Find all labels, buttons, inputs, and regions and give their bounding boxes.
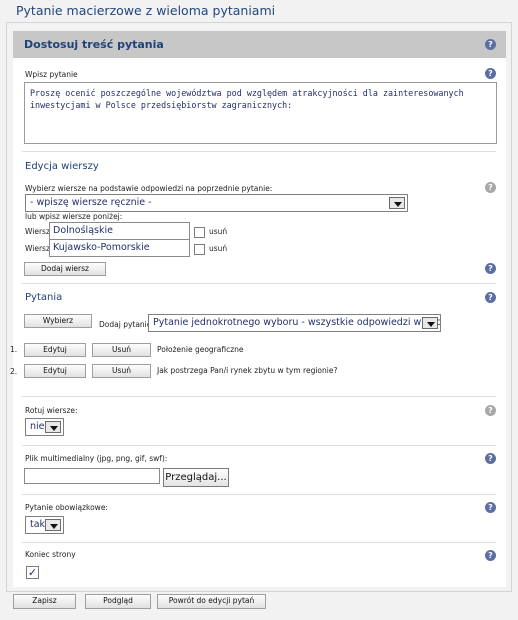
divider <box>22 445 496 446</box>
rows-heading: Edycja wierszy <box>25 161 99 172</box>
remove-label: usuń <box>209 227 228 236</box>
delete-question-button[interactable]: Usuń <box>92 343 151 357</box>
help-icon[interactable]: ? <box>485 453 496 464</box>
add-question-label: Dodaj pytanie: <box>99 320 154 329</box>
save-button[interactable]: Zapisz <box>13 594 76 609</box>
help-icon[interactable]: ? <box>485 39 496 50</box>
chevron-down-icon <box>422 317 438 329</box>
browse-button[interactable]: Przeglądaj... <box>163 468 229 487</box>
choose-question-button[interactable]: Wybierz <box>24 314 92 328</box>
help-icon[interactable]: ? <box>485 182 496 193</box>
preview-button[interactable]: Podgląd <box>85 594 151 609</box>
row-input[interactable]: Dolnośląskie <box>49 222 190 240</box>
panel-header: Dostosuj treść pytania <box>13 31 506 58</box>
add-row-button[interactable]: Dodaj wiersz <box>24 262 106 276</box>
delete-question-button[interactable]: Usuń <box>92 364 151 378</box>
divider <box>22 151 496 152</box>
questions-heading: Pytania <box>25 292 63 303</box>
chevron-down-icon <box>389 197 405 209</box>
question-item-text: Położenie geograficzne <box>157 345 244 354</box>
page-title: Pytanie macierzowe z wieloma pytaniami <box>16 3 276 18</box>
rows-select-label: Wybierz wiersze na podstawie odpowiedzi … <box>25 184 273 193</box>
question-item-text: Jak postrzega Pan/i rynek zbytu w tym re… <box>157 366 338 375</box>
question-text-line: inwestycjami w Polsce przedsiębiorstw za… <box>30 100 293 110</box>
rotate-select[interactable]: nie <box>25 418 64 436</box>
help-icon[interactable]: ? <box>485 502 496 513</box>
question-label: Wpisz pytanie <box>25 70 78 79</box>
question-type-value: Pytanie jednokrotnego wyboru - wszystkie… <box>153 317 441 328</box>
rotate-label: Rotuj wiersze: <box>25 406 78 415</box>
chevron-down-icon <box>45 421 61 433</box>
page-end-label: Koniec strony <box>25 550 76 559</box>
rotate-value: nie <box>30 421 45 432</box>
back-to-questions-button[interactable]: Powrót do edycji pytań <box>157 594 266 609</box>
page-end-checkbox[interactable]: ✓ <box>26 566 39 579</box>
question-textarea[interactable]: Proszę ocenić poszczególne województwa p… <box>24 82 497 144</box>
rows-manual-label: lub wpisz wiersze poniżej: <box>25 212 123 221</box>
rows-source-select[interactable]: - wpiszę wiersze ręcznie - <box>25 194 408 212</box>
question-type-select[interactable]: Pytanie jednokrotnego wyboru - wszystkie… <box>148 314 441 332</box>
required-select[interactable]: tak <box>25 516 64 534</box>
media-label: Plik multimedialny (jpg, png, gif, swf): <box>25 454 168 463</box>
divider <box>22 396 496 397</box>
divider <box>22 494 496 495</box>
chevron-down-icon <box>45 519 61 531</box>
edit-question-button[interactable]: Edytuj <box>24 343 86 357</box>
question-number: 1. <box>10 345 18 354</box>
required-label: Pytanie obowiązkowe: <box>25 503 108 512</box>
panel-header-title: Dostosuj treść pytania <box>24 38 164 51</box>
help-icon[interactable]: ? <box>485 68 496 79</box>
row-input[interactable]: Kujawsko-Pomorskie <box>49 239 190 257</box>
help-icon[interactable]: ? <box>485 263 496 274</box>
remove-row-checkbox[interactable] <box>194 227 205 238</box>
remove-label: usuń <box>209 244 228 253</box>
question-text-line: Proszę ocenić poszczególne województwa p… <box>30 88 464 98</box>
help-icon[interactable]: ? <box>485 550 496 561</box>
media-file-input[interactable] <box>24 468 160 484</box>
edit-question-button[interactable]: Edytuj <box>24 364 86 378</box>
divider <box>22 283 496 284</box>
remove-row-checkbox[interactable] <box>194 244 205 255</box>
help-icon[interactable]: ? <box>485 405 496 416</box>
divider <box>22 542 496 543</box>
question-number: 2. <box>10 367 18 376</box>
help-icon[interactable]: ? <box>485 292 496 303</box>
required-value: tak <box>30 519 46 530</box>
rows-source-value: - wpiszę wiersze ręcznie - <box>30 197 152 208</box>
